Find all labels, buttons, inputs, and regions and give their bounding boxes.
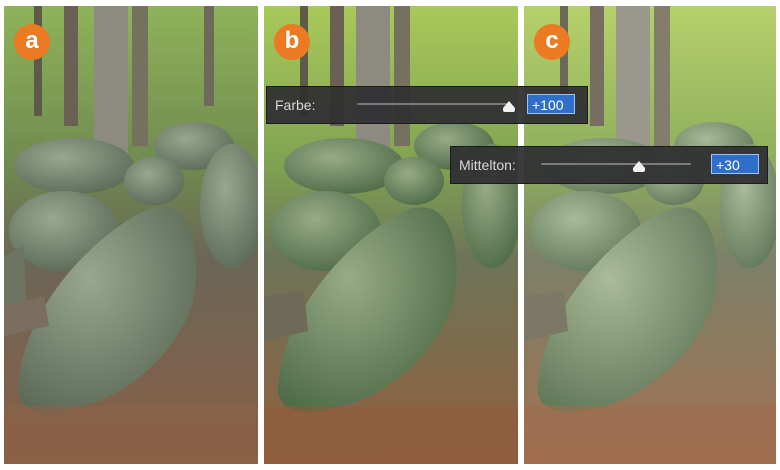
forest-boulders-photo <box>4 6 258 464</box>
badge-a: a <box>14 24 50 60</box>
mittelton-slider-thumb[interactable] <box>633 161 645 172</box>
farbe-label: Farbe: <box>275 97 316 113</box>
photo-panel-c: c <box>524 6 776 464</box>
mittelton-adjustment-bar: Mittelton: +30 <box>450 146 768 184</box>
badge-b: b <box>274 24 310 60</box>
mittelton-label: Mittelton: <box>459 157 516 173</box>
farbe-adjustment-bar: Farbe: +100 <box>266 86 588 124</box>
farbe-value-field[interactable]: +100 <box>527 94 575 114</box>
forest-boulders-photo <box>264 6 518 464</box>
mittelton-value-field[interactable]: +30 <box>711 154 759 174</box>
badge-c: c <box>534 24 570 60</box>
photo-panel-b: b <box>264 6 518 464</box>
mittelton-slider-track[interactable] <box>541 163 691 165</box>
forest-boulders-photo <box>524 6 776 464</box>
farbe-slider-track[interactable] <box>357 103 507 105</box>
farbe-slider-thumb[interactable] <box>503 101 515 112</box>
photo-panel-a: a <box>4 6 258 464</box>
